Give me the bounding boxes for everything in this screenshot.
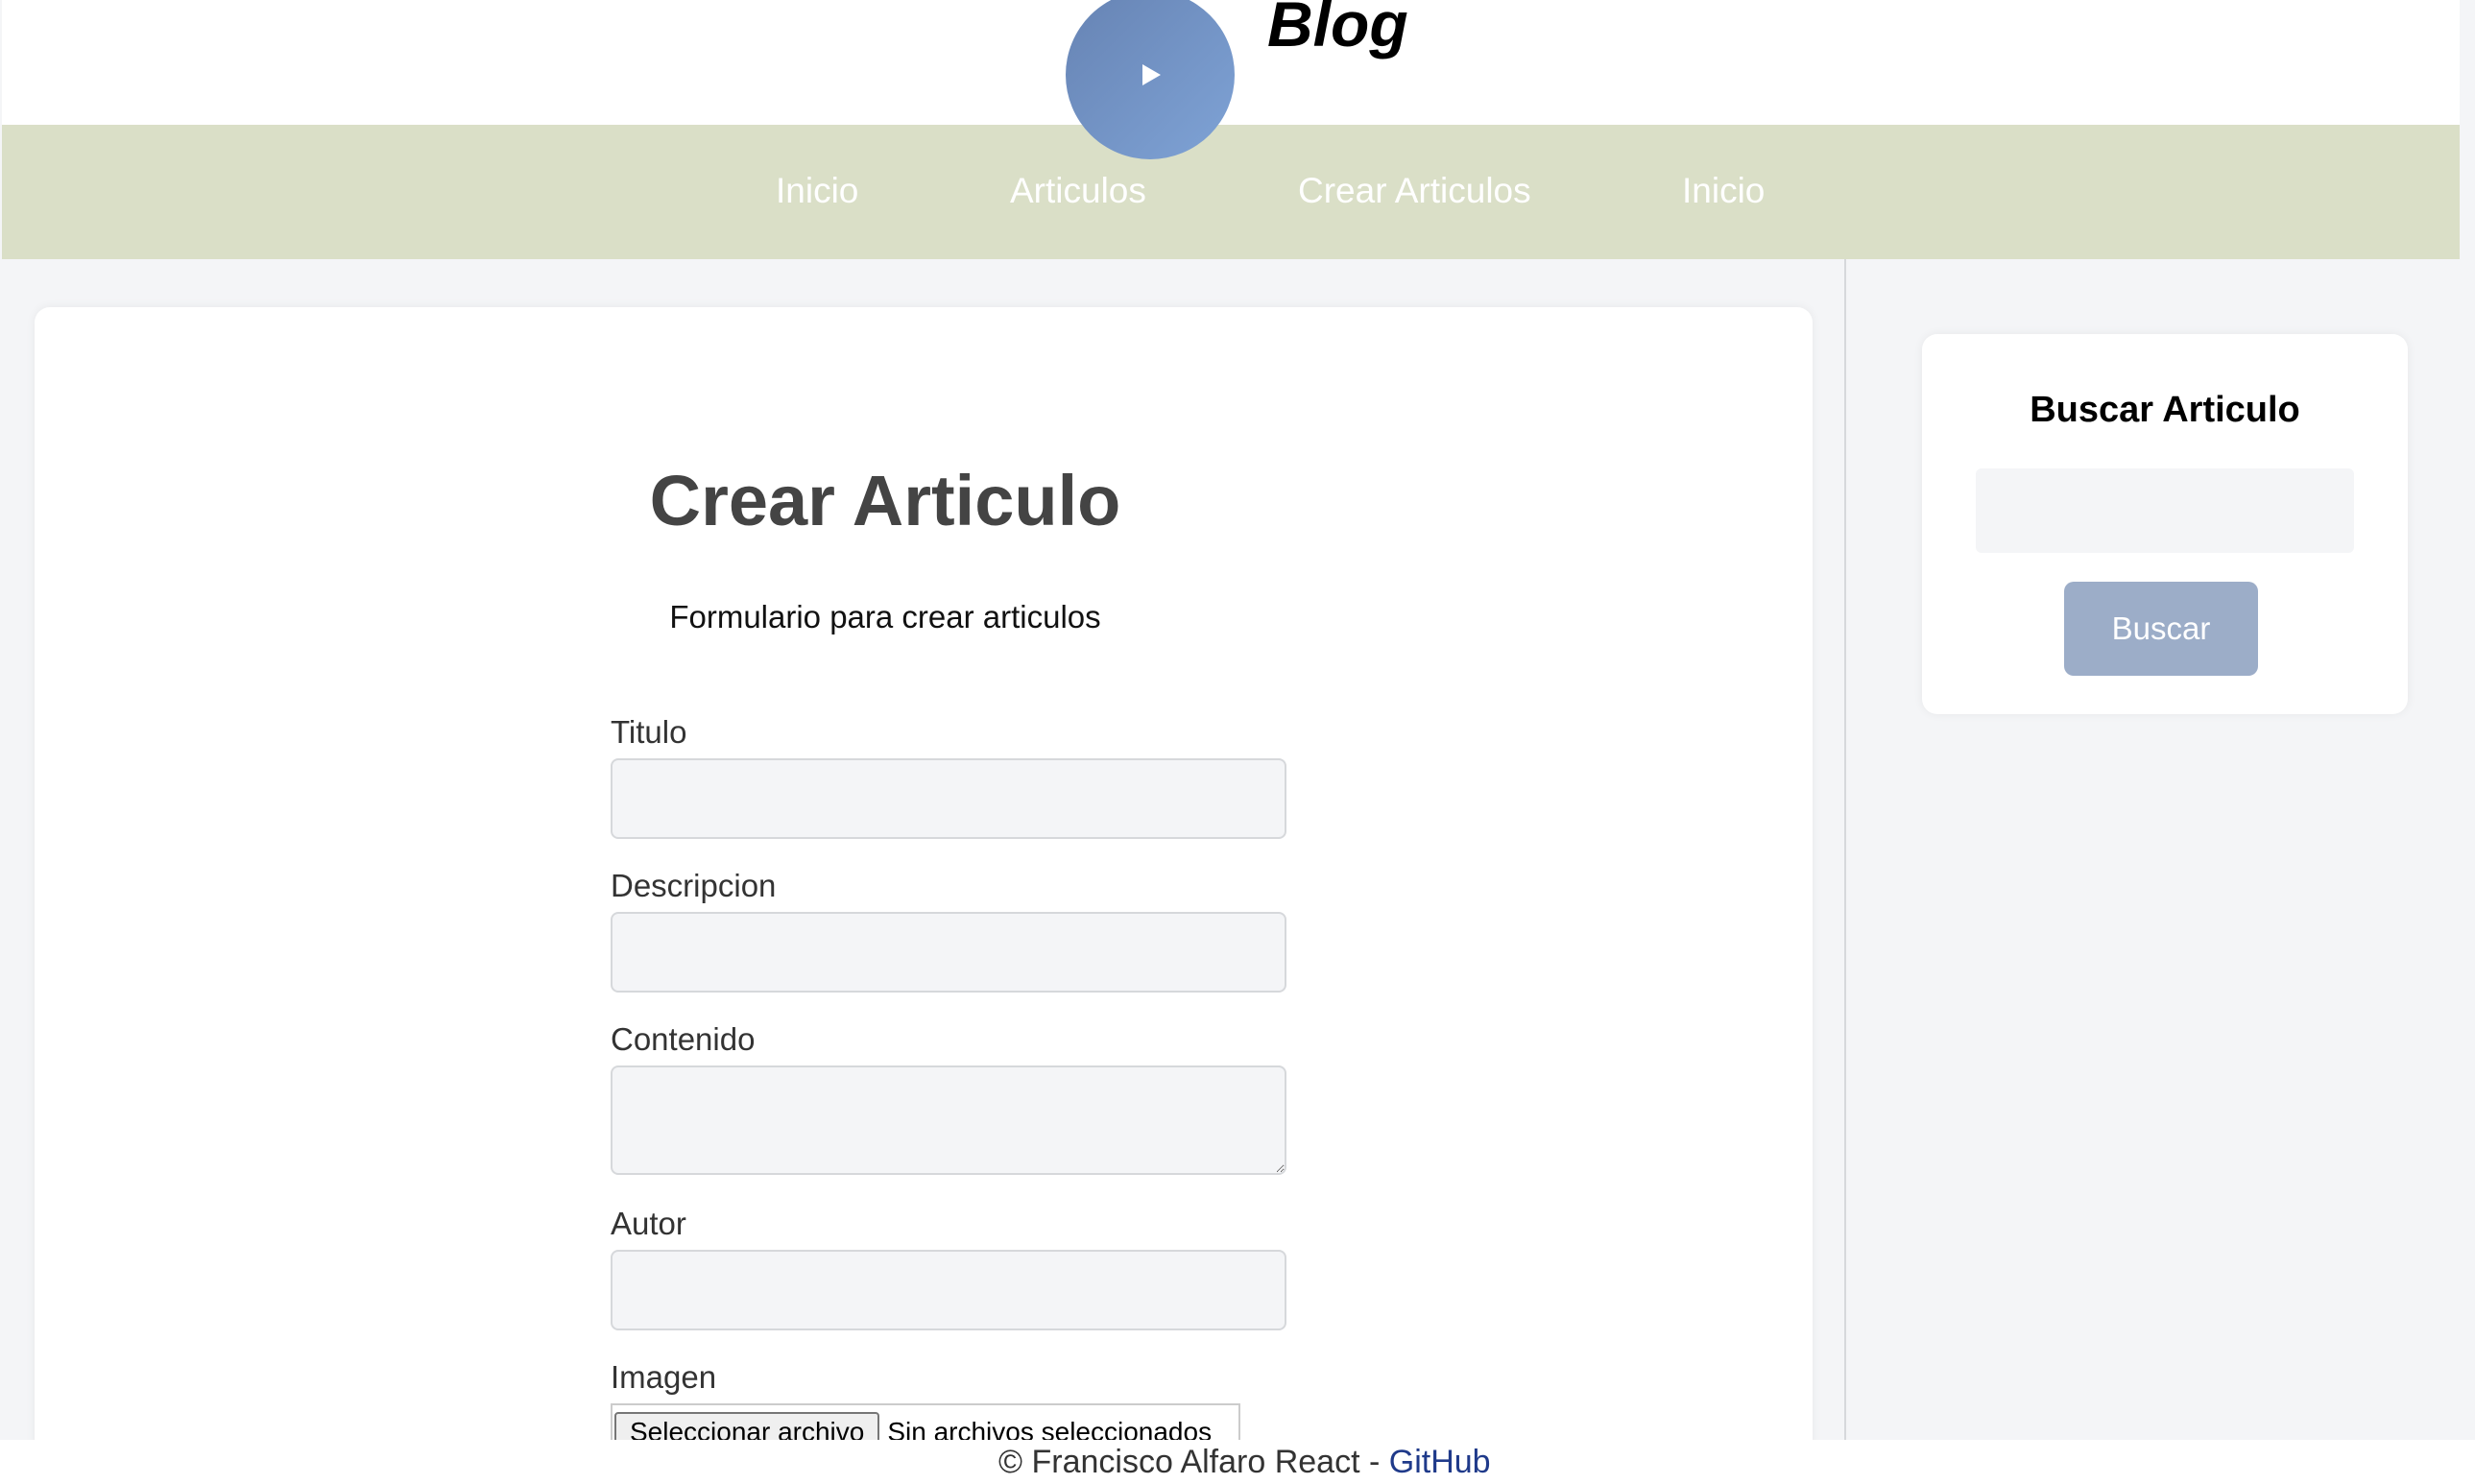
descripcion-input[interactable]	[611, 912, 1286, 993]
nav-item-articulos[interactable]: Articulos	[1010, 173, 1146, 208]
page-subtitle: Formulario para crear articulos	[669, 599, 1101, 634]
search-title: Buscar Articulo	[2030, 390, 2300, 430]
search-input[interactable]	[1976, 468, 2354, 553]
nav-item-inicio[interactable]: Inicio	[776, 173, 858, 208]
contenido-label: Contenido	[611, 1021, 756, 1057]
site-title: Blog	[1267, 0, 1408, 60]
content-divider	[1844, 259, 1846, 1440]
autor-label: Autor	[611, 1206, 686, 1241]
footer-text: © Francisco Alfaro React - GitHub	[998, 1446, 1491, 1478]
nav-item-crear-articulos[interactable]: Crear Articulos	[1298, 173, 1531, 208]
nav-item-inicio-2[interactable]: Inicio	[1682, 173, 1765, 208]
create-article-card: Crear Articulo Formulario para crear art…	[35, 307, 1813, 1461]
autor-input[interactable]	[611, 1250, 1286, 1330]
titulo-label: Titulo	[611, 714, 687, 750]
footer-copyright: © Francisco Alfaro React -	[998, 1444, 1389, 1480]
titulo-input[interactable]	[611, 758, 1286, 839]
main-nav: Inicio Articulos Crear Articulos Inicio	[2, 125, 2460, 259]
page-title: Crear Articulo	[649, 461, 1121, 540]
search-button[interactable]: Buscar	[2064, 582, 2258, 676]
contenido-textarea[interactable]	[611, 1065, 1286, 1175]
github-link[interactable]: GitHub	[1389, 1444, 1491, 1480]
imagen-label: Imagen	[611, 1359, 717, 1395]
site-footer: © Francisco Alfaro React - GitHub	[0, 1440, 2475, 1484]
site-header: Blog	[2, 0, 2460, 159]
play-icon	[1142, 64, 1161, 85]
descripcion-label: Descripcion	[611, 868, 777, 903]
search-card: Buscar Articulo Buscar	[1922, 334, 2408, 714]
